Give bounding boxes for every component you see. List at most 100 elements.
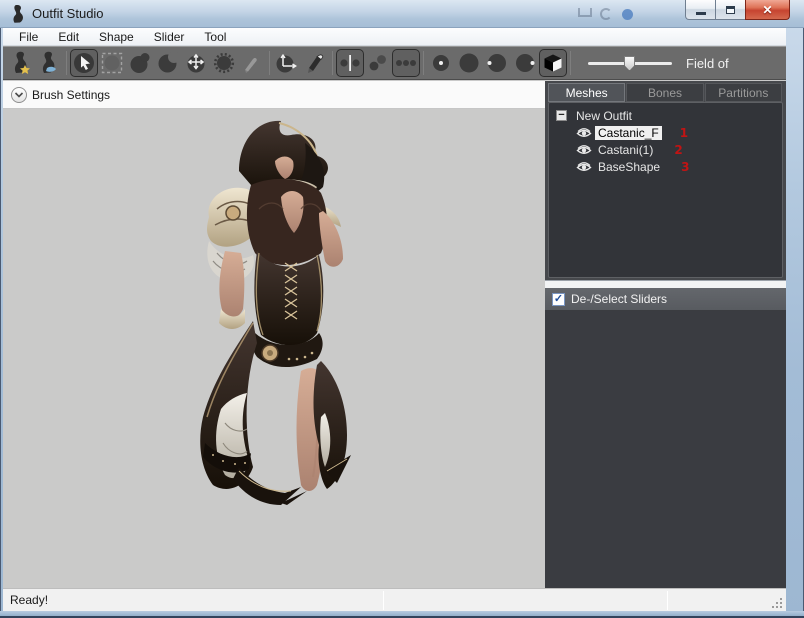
brush-dot-left-button[interactable] <box>483 49 511 77</box>
outfit-studio-window: Outfit Studio ✕ File Edit Shape Slider T… <box>0 0 804 618</box>
inflate-circle-icon <box>129 52 151 74</box>
brush-dot-right-button[interactable] <box>511 49 539 77</box>
inflate-brush-button[interactable] <box>126 49 154 77</box>
eye-visibility-icon[interactable] <box>576 127 592 139</box>
maximize-icon <box>726 6 735 14</box>
circle-dot-right-icon <box>514 52 536 74</box>
perspective-toggle-button[interactable] <box>539 49 567 77</box>
client-area: File Edit Shape Slider Tool <box>3 28 786 611</box>
maximize-button[interactable] <box>716 0 745 20</box>
status-text: Ready! <box>10 593 48 607</box>
toolbar: Field of <box>3 46 786 80</box>
move-brush-button[interactable] <box>182 49 210 77</box>
desktop-glass-artifact <box>578 8 592 17</box>
circle-plain-icon <box>458 52 480 74</box>
app-icon <box>10 5 24 23</box>
eye-visibility-icon[interactable] <box>576 144 592 156</box>
menu-bar: File Edit Shape Slider Tool <box>3 28 786 46</box>
pen-icon <box>305 52 325 74</box>
field-of-view-control: Field of <box>588 56 729 71</box>
left-column: Brush Settings <box>3 81 545 588</box>
mirror-dots-icon <box>339 52 361 74</box>
deflate-circle-icon <box>157 52 179 74</box>
body-brush-icon <box>38 51 60 75</box>
sliders-list-area[interactable] <box>545 311 786 588</box>
pen-tool-button[interactable] <box>301 49 329 77</box>
tab-meshes[interactable]: Meshes <box>548 83 625 102</box>
status-separator <box>383 591 384 610</box>
panel-splitter[interactable] <box>545 280 786 288</box>
tree-root-label: New Outfit <box>573 109 635 123</box>
transform-tool-button[interactable] <box>273 49 301 77</box>
menu-slider[interactable]: Slider <box>144 29 195 45</box>
global-brush-collision-button[interactable] <box>392 49 420 77</box>
minimize-button[interactable] <box>685 0 716 20</box>
mesh-tree: − New Outfit Castanic_F 1 <box>548 102 783 278</box>
panel-tabs: Meshes Bones Partitions <box>548 83 783 102</box>
character-model-render <box>155 113 365 505</box>
circle-dot-center-icon <box>430 52 452 74</box>
spiky-circle-icon <box>213 52 235 74</box>
tree-item-baseshape[interactable]: BaseShape 3 <box>549 158 782 175</box>
toolbar-separator <box>332 51 333 75</box>
window-bottom-border <box>0 611 804 618</box>
brush-plain-button[interactable] <box>455 49 483 77</box>
tree-item-label: BaseShape <box>595 160 663 174</box>
annotation-2: 2 <box>674 143 682 157</box>
brush-settings-label: Brush Settings <box>32 88 110 102</box>
window-title: Outfit Studio <box>32 6 104 21</box>
menu-file[interactable]: File <box>9 29 48 45</box>
tree-item-castanic-f[interactable]: Castanic_F 1 <box>549 124 782 141</box>
connected-vertices-button[interactable] <box>364 49 392 77</box>
toolbar-separator <box>66 51 67 75</box>
fov-slider-thumb[interactable] <box>624 56 635 71</box>
tab-partitions[interactable]: Partitions <box>705 83 782 102</box>
annotation-1: 1 <box>680 126 688 140</box>
weight-paint-brush-button[interactable] <box>238 49 266 77</box>
x-mirror-button[interactable] <box>336 49 364 77</box>
window-controls: ✕ <box>685 0 790 20</box>
status-separator <box>667 591 668 610</box>
mask-brush-button[interactable] <box>98 49 126 77</box>
select-tool-button[interactable] <box>70 49 98 77</box>
menu-edit[interactable]: Edit <box>48 29 89 45</box>
status-bar: Ready! <box>3 588 786 611</box>
load-project-button[interactable] <box>7 49 35 77</box>
brush-dot-center-button[interactable] <box>427 49 455 77</box>
tree-item-label: Castanic_F <box>595 126 662 140</box>
cursor-arrow-icon <box>73 52 95 74</box>
three-dots-icon <box>394 52 418 74</box>
deflate-brush-button[interactable] <box>154 49 182 77</box>
viewport-3d[interactable] <box>3 109 545 588</box>
smooth-brush-button[interactable] <box>210 49 238 77</box>
brush-settings-bar: Brush Settings <box>3 81 545 109</box>
axes-icon <box>275 52 299 74</box>
tab-bones[interactable]: Bones <box>626 83 703 102</box>
chevron-down-icon <box>14 91 24 99</box>
body-star-icon <box>10 51 32 75</box>
fov-label: Field of <box>686 56 729 71</box>
fov-slider[interactable] <box>588 62 672 65</box>
toolbar-separator <box>423 51 424 75</box>
two-dots-icon <box>367 52 389 74</box>
close-button[interactable]: ✕ <box>745 0 790 20</box>
move-arrows-icon <box>185 52 207 74</box>
eye-visibility-icon[interactable] <box>576 161 592 173</box>
menu-tool[interactable]: Tool <box>194 29 236 45</box>
collapse-icon[interactable]: − <box>556 110 567 121</box>
desktop-glass-artifact <box>622 9 633 20</box>
brush-settings-expand-button[interactable] <box>11 87 27 103</box>
sliders-header-label: De-/Select Sliders <box>571 292 667 306</box>
circle-dot-left-icon <box>486 52 508 74</box>
menu-shape[interactable]: Shape <box>89 29 144 45</box>
toolbar-separator <box>269 51 270 75</box>
sliders-header: ✓ De-/Select Sliders <box>545 288 786 311</box>
tree-item-castani-1[interactable]: Castani(1) 2 <box>549 141 782 158</box>
tree-root-row[interactable]: − New Outfit <box>549 107 782 124</box>
load-reference-button[interactable] <box>35 49 63 77</box>
deselect-sliders-checkbox[interactable]: ✓ <box>552 293 565 306</box>
tree-item-label: Castani(1) <box>595 143 656 157</box>
resize-grip[interactable] <box>770 596 783 609</box>
titlebar[interactable]: Outfit Studio ✕ <box>0 0 804 28</box>
toolbar-separator <box>570 51 571 75</box>
